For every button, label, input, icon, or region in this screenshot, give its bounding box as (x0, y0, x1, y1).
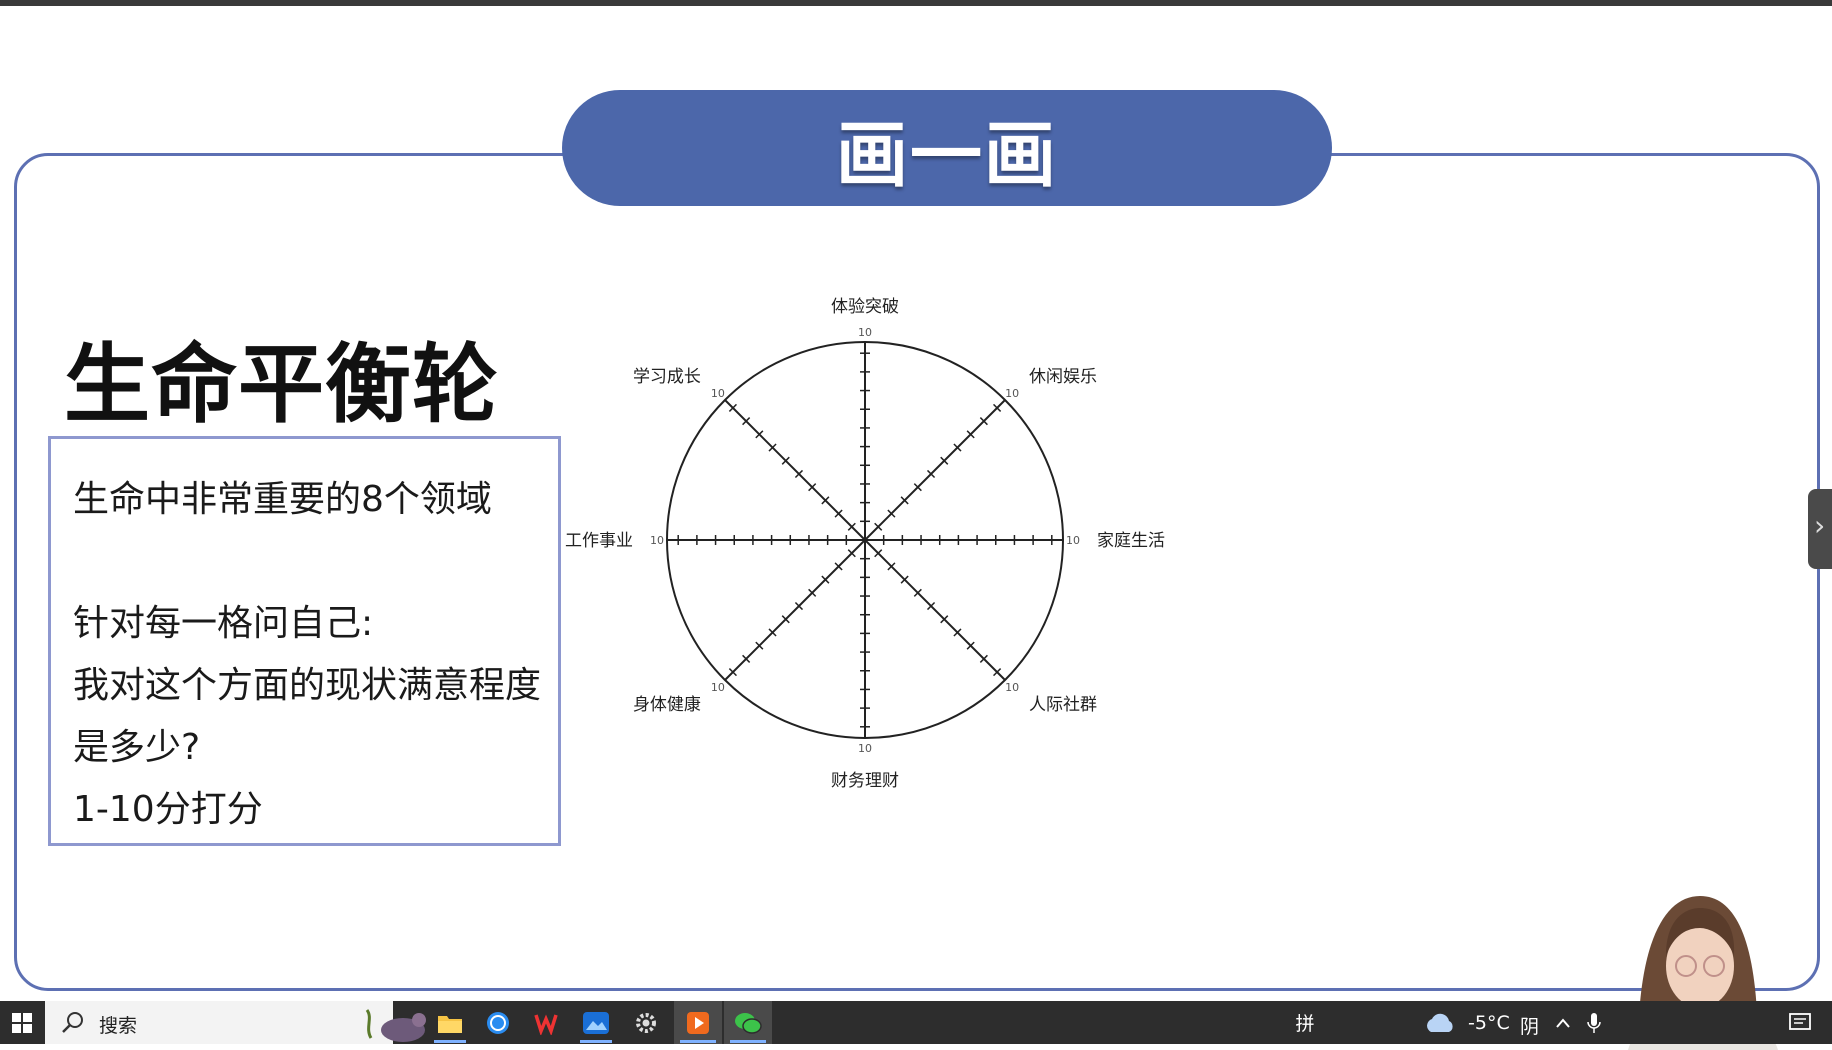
instruction-line: 生命中非常重要的8个领域 (73, 479, 492, 520)
wps-icon (534, 1013, 558, 1035)
instruction-box: 生命中非常重要的8个领域 针对每一格问自己: 我对这个方面的现状满意程度 是多少… (48, 436, 561, 846)
wheel-area-label-top-right: 休闲娱乐 (1029, 367, 1097, 387)
wheel-scale-max-label: 10 (1005, 681, 1019, 694)
taskbar: 搜索 拼 -5°C 阴 (0, 1001, 1832, 1044)
ime-indicator[interactable]: 拼 (1290, 1001, 1320, 1044)
taskbar-app-wps[interactable] (526, 1001, 566, 1044)
settings-icon (636, 1012, 656, 1033)
weather-widget-icon[interactable] (1420, 1001, 1460, 1044)
wheel-scale-max-label: 10 (858, 742, 872, 755)
wheel-area-label-left: 工作事业 (565, 531, 633, 551)
instruction-line: 是多少? (73, 727, 201, 768)
weather-cloud-icon (1427, 1013, 1453, 1032)
media-player-icon (687, 1011, 709, 1034)
start-button[interactable] (0, 1001, 44, 1044)
windows-start-icon (12, 1012, 32, 1033)
search-icon (62, 1012, 83, 1033)
wheel-area-label-top-left: 学习成长 (633, 367, 701, 387)
wechat-icon (735, 1012, 762, 1034)
taskbar-search-box[interactable]: 搜索 (45, 1001, 426, 1044)
wheel-scale-max-label: 10 (711, 681, 725, 694)
microphone-icon (1587, 1012, 1601, 1033)
weather-temperature[interactable]: -5°C (1468, 1012, 1510, 1034)
banner-title: 画一画 (835, 111, 1058, 197)
show-hidden-icons-button[interactable] (1550, 1001, 1576, 1044)
photos-icon (583, 1011, 609, 1034)
side-panel-toggle[interactable]: › (1808, 489, 1832, 569)
banner: 画一画 (562, 90, 1332, 206)
presentation-slide: 画一画 生命平衡轮 生命中非常重要的8个领域 针对每一格问自己: 我对这个方面的… (0, 6, 1832, 1050)
kugou-icon (487, 1011, 509, 1034)
life-balance-wheel: 10 体验突破 10 休闲娱乐 10 家庭生活 10 人际社群 10 财务理财 10 身体健康 10 工作… (565, 297, 1165, 791)
chevron-up-icon (1556, 1017, 1570, 1028)
weather-description[interactable]: 阴 (1520, 1012, 1539, 1039)
wheel-scale-max-label: 10 (1066, 534, 1080, 547)
taskbar-app-settings[interactable] (626, 1001, 666, 1044)
main-title: 生命平衡轮 (64, 335, 499, 435)
wheel-scale-max-label: 10 (1005, 387, 1019, 400)
taskbar-app-photos[interactable] (576, 1001, 616, 1044)
notification-icon (1789, 1012, 1811, 1030)
file-explorer-icon (438, 1015, 462, 1033)
wheel-scale-max-label: 10 (711, 387, 725, 400)
taskbar-app-media-player[interactable] (674, 1001, 722, 1044)
search-highlight-illustration (365, 1009, 426, 1042)
taskbar-app-wechat[interactable] (724, 1001, 772, 1044)
chevron-right-icon: › (1814, 509, 1826, 542)
wheel-area-label-top: 体验突破 (831, 297, 899, 317)
wheel-area-label-bottom: 财务理财 (831, 771, 899, 791)
notification-center-button[interactable] (1782, 1001, 1818, 1044)
instruction-line: 我对这个方面的现状满意程度 (73, 665, 542, 706)
search-placeholder: 搜索 (99, 1015, 138, 1037)
instruction-line: 针对每一格问自己: (73, 603, 374, 644)
wheel-area-label-right: 家庭生活 (1097, 531, 1165, 551)
taskbar-app-file-explorer[interactable] (430, 1001, 470, 1044)
wheel-area-label-bottom-left: 身体健康 (633, 695, 701, 715)
wheel-scale-max-label: 10 (858, 326, 872, 339)
wheel-scale-max-label: 10 (650, 534, 664, 547)
taskbar-app-kugou[interactable] (478, 1001, 518, 1044)
instruction-line: 1-10分打分 (73, 789, 263, 830)
microphone-button[interactable] (1582, 1001, 1606, 1044)
wheel-area-label-bottom-right: 人际社群 (1029, 695, 1097, 715)
